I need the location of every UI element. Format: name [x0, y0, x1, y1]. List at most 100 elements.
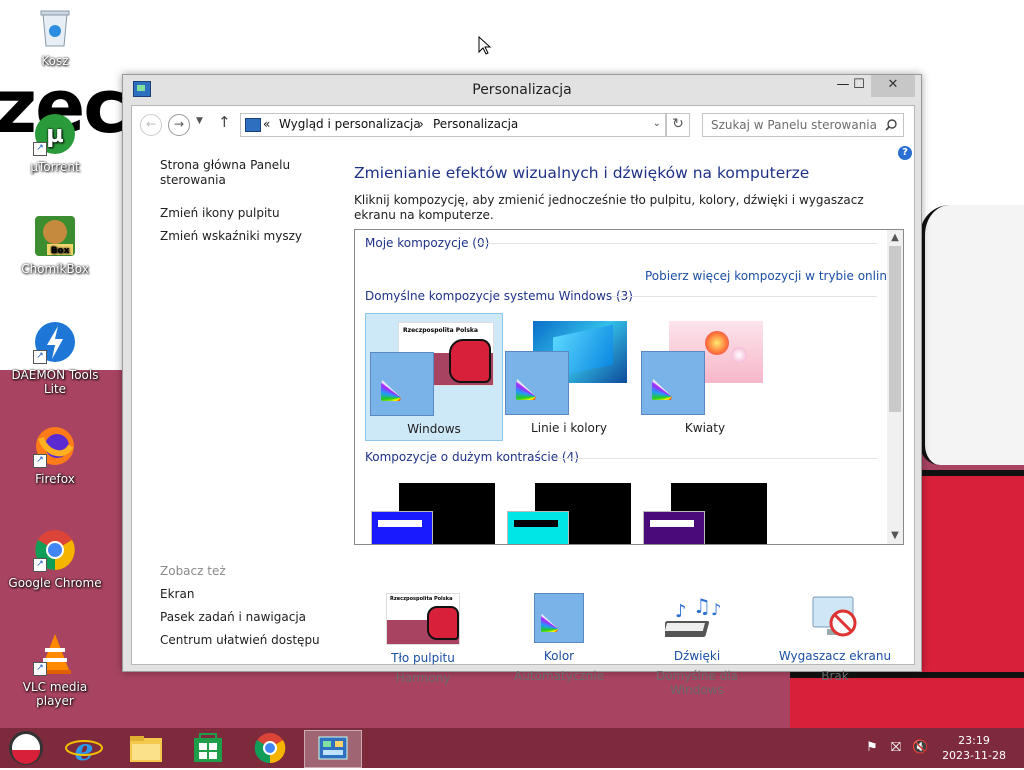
theme-list-scrollbar[interactable]: ▲ ▼ — [887, 230, 903, 544]
arrow-right-icon: → — [173, 117, 185, 131]
volume-muted-icon[interactable]: 🔇 — [912, 740, 928, 756]
personalization-window: Personalizacja — ☐ ✕ ← → ▼ ↑ « Wygląd i … — [122, 74, 922, 697]
shortcut-arrow-icon: ↗ — [33, 142, 47, 156]
breadcrumb-appearance[interactable]: Wygląd i personalizacja — [279, 117, 421, 131]
theme-label: Linie i kolory — [531, 421, 607, 435]
desktop-icon-google-chrome[interactable]: ↗ Google Chrome — [7, 528, 103, 590]
svg-text:♪: ♪ — [675, 601, 687, 622]
refresh-icon: ↻ — [672, 116, 684, 132]
scrollbar-thumb[interactable] — [889, 246, 901, 412]
screen-saver-value: Brak — [821, 669, 849, 683]
desktop-icon-label: µTorrent — [30, 160, 80, 174]
taskbar-file-explorer[interactable] — [118, 730, 174, 766]
color-link[interactable]: Kolor — [494, 649, 624, 663]
theme-high-contrast-2[interactable] — [501, 483, 641, 544]
search-placeholder: Szukaj w Panelu sterowania — [711, 118, 877, 132]
link-display[interactable]: Ekran — [160, 587, 194, 602]
taskbar-control-panel[interactable] — [304, 730, 362, 768]
control-panel-small-icon — [245, 118, 261, 132]
theme-windows[interactable]: Rzeczpospolita Polska Windows — [365, 313, 503, 441]
network-disconnected-icon[interactable]: ⛝ — [888, 740, 904, 756]
desktop-background-value: Harmony — [395, 671, 451, 685]
theme-color-swatch — [370, 352, 434, 416]
taskbar-internet-explorer[interactable]: e — [56, 730, 112, 768]
chevron-down-icon: ▼ — [196, 116, 203, 126]
link-taskbar-navigation[interactable]: Pasek zadań i nawigacja — [160, 610, 306, 625]
taskbar-windows-store[interactable] — [180, 730, 236, 766]
group-my-themes: Moje kompozycje (0) — [365, 236, 490, 250]
desktop-icon-label: Firefox — [35, 472, 75, 486]
desktop-icon-label: Google Chrome — [8, 576, 102, 590]
theme-flowers[interactable]: Kwiaty — [637, 313, 773, 439]
breadcrumb-separator[interactable]: › — [419, 117, 424, 131]
thumb-flower-shape — [731, 347, 747, 363]
up-button[interactable]: ↑ — [218, 113, 231, 131]
start-button[interactable] — [0, 730, 56, 766]
thumb-poland-shape — [449, 339, 491, 383]
refresh-button[interactable]: ↻ — [666, 113, 690, 137]
theme-high-contrast-1[interactable] — [365, 483, 505, 544]
link-ease-of-access[interactable]: Centrum ułatwień dostępu — [160, 633, 320, 648]
link-control-panel-home[interactable]: Strona główna Panelu sterowania — [160, 158, 310, 188]
close-button[interactable]: ✕ — [871, 75, 915, 97]
shortcut-arrow-icon: ↗ — [33, 350, 47, 364]
desktop-icon-daemon-tools[interactable]: ↗ DAEMON Tools Lite — [7, 320, 103, 396]
chomikbox-icon: Box — [33, 214, 77, 258]
link-change-mouse-pointers[interactable]: Zmień wskaźniki myszy — [160, 229, 302, 244]
desktop-icon-firefox[interactable]: ↗ Firefox — [7, 424, 103, 486]
sounds-setting[interactable]: ♪ ♫ ♪ Dźwięki Domyślne dla Windows — [632, 593, 762, 697]
group-default-themes: Domyślne kompozycje systemu Windows (3) — [365, 289, 633, 303]
screen-saver-setting[interactable]: Wygaszacz ekranu Brak — [770, 593, 900, 683]
desktop-icon-label: ChomikBox — [21, 262, 89, 276]
recent-locations-dropdown[interactable]: ▼ — [196, 116, 203, 126]
color-setting[interactable]: Kolor Automatycznie — [494, 593, 624, 683]
color-fan-icon — [541, 602, 575, 632]
search-icon — [885, 119, 897, 131]
store-icon — [194, 733, 222, 762]
maximize-button[interactable]: ☐ — [845, 75, 873, 97]
screen-saver-link[interactable]: Wygaszacz ekranu — [770, 649, 900, 663]
desktop-icon-utorrent[interactable]: µ ↗ µTorrent — [7, 112, 103, 174]
theme-high-contrast-3[interactable] — [637, 483, 777, 544]
firefox-icon: ↗ — [33, 424, 77, 468]
shortcut-arrow-icon: ↗ — [33, 454, 47, 468]
search-input[interactable]: Szukaj w Panelu sterowania — [702, 113, 904, 137]
color-fan-icon — [652, 366, 692, 400]
desktop-icon-recycle-bin[interactable]: Kosz — [7, 6, 103, 68]
get-more-themes-online-link[interactable]: Pobierz więcej kompozycji w trybie onlin… — [645, 269, 894, 283]
desktop-icon-vlc[interactable]: ↗ VLC media player — [7, 632, 103, 708]
system-clock[interactable]: 23:19 2023-11-28 — [942, 733, 1006, 763]
svg-text:Box: Box — [51, 246, 70, 256]
breadcrumb-overflow[interactable]: « — [263, 117, 270, 131]
sounds-icon: ♪ ♫ ♪ — [661, 593, 729, 643]
control-panel-icon — [318, 736, 348, 760]
sounds-link[interactable]: Dźwięki — [632, 649, 762, 663]
link-change-desktop-icons[interactable]: Zmień ikony pulpitu — [160, 206, 280, 221]
address-bar[interactable]: « Wygląd i personalizacja › Personalizac… — [240, 113, 666, 137]
breadcrumb-personalization[interactable]: Personalizacja — [433, 117, 518, 131]
theme-label: Windows — [407, 422, 461, 436]
desktop-icon-chomikbox[interactable]: Box ChomikBox — [7, 214, 103, 276]
theme-lines-and-colors[interactable]: Linie i kolory — [501, 313, 637, 439]
taskbar-google-chrome[interactable] — [242, 730, 298, 766]
wallpaper-poland-shape — [920, 205, 1024, 465]
arrow-up-icon: ↑ — [218, 113, 231, 131]
scroll-up-arrow-icon[interactable]: ▲ — [887, 231, 903, 245]
back-button[interactable]: ← — [140, 114, 162, 136]
desktop-icon-label: VLC media player — [22, 680, 88, 708]
theme-label: Kwiaty — [684, 421, 726, 435]
forward-button[interactable]: → — [168, 114, 190, 136]
title-bar[interactable]: Personalizacja — ☐ ✕ — [123, 75, 921, 105]
theme-list: Moje kompozycje (0) Pobierz więcej kompo… — [354, 229, 904, 545]
help-icon[interactable]: ? — [898, 146, 912, 160]
svg-text:♫: ♫ — [693, 594, 711, 618]
thumb-caption: Rzeczpospolita Polska — [390, 596, 453, 602]
window-client-area: ← → ▼ ↑ « Wygląd i personalizacja › Pers… — [131, 105, 915, 697]
desktop-icon-label: DAEMON Tools Lite — [11, 368, 99, 396]
scroll-down-arrow-icon[interactable]: ▼ — [887, 529, 903, 543]
action-center-flag-icon[interactable]: ⚑ — [864, 740, 880, 756]
address-dropdown-chevron-icon[interactable]: ⌄ — [653, 118, 661, 129]
desktop-background-link[interactable]: Tło pulpitu — [358, 651, 488, 665]
desktop-background-setting[interactable]: Rzeczpospolita Polska Tło pulpitu Harmon… — [358, 593, 488, 685]
hc-swatch — [643, 511, 705, 544]
